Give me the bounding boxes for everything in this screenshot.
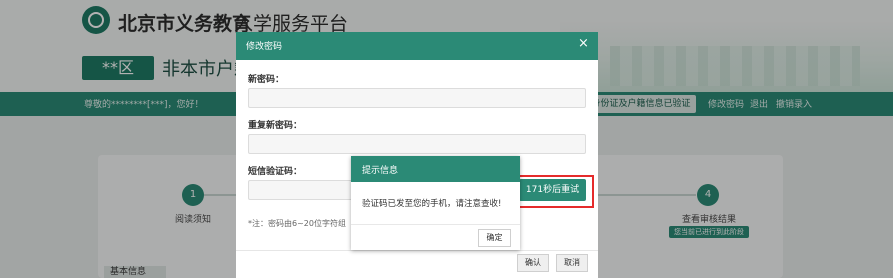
tip-ok-button[interactable]: 确定 bbox=[478, 229, 511, 247]
confirm-button[interactable]: 确认 bbox=[517, 254, 549, 272]
password-rule-note: *注：密码由6~20位字符组 bbox=[248, 219, 346, 228]
cancel-button[interactable]: 取消 bbox=[556, 254, 588, 272]
tip-dialog-title: 提示信息 bbox=[362, 166, 399, 176]
tip-dialog-message: 验证码已发至您的手机，请注意查收! bbox=[362, 199, 502, 209]
change-password-dialog-header bbox=[236, 32, 598, 60]
repeat-password-label: 重复新密码： bbox=[248, 121, 303, 131]
repeat-password-input[interactable] bbox=[248, 134, 586, 154]
resend-highlight-frame bbox=[515, 175, 594, 208]
new-password-label: 新密码： bbox=[248, 75, 285, 85]
tip-dialog-divider bbox=[351, 224, 520, 225]
dialog-footer-divider bbox=[236, 250, 598, 251]
change-password-dialog-title: 修改密码 bbox=[246, 42, 283, 52]
sms-code-label: 短信验证码： bbox=[248, 167, 303, 177]
close-icon[interactable]: × bbox=[578, 36, 589, 52]
new-password-input[interactable] bbox=[248, 88, 586, 108]
